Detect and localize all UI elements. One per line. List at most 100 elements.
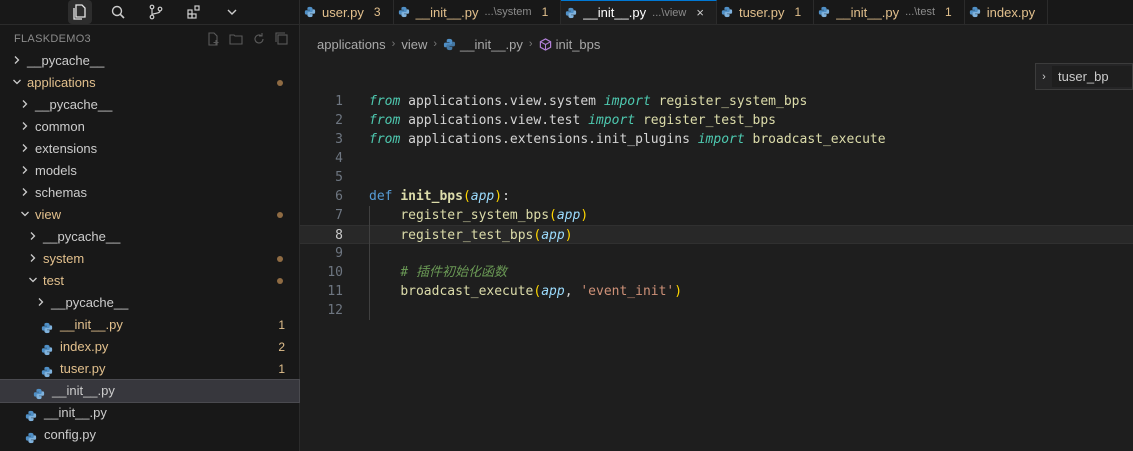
code-token: register_test_bps: [400, 228, 534, 243]
code-line[interactable]: 12: [300, 301, 1133, 320]
editor-tab[interactable]: __init__.py ...\system 1: [394, 0, 562, 24]
code-line[interactable]: 7 register_system_bps(app): [300, 206, 1133, 225]
tree-file[interactable]: __init__.py 1: [0, 314, 299, 336]
tree-file[interactable]: config.py: [0, 424, 299, 446]
code-line[interactable]: 5: [300, 168, 1133, 187]
code-text: def init_bps(app):: [369, 187, 510, 206]
tree-folder[interactable]: common: [0, 116, 299, 138]
breadcrumb-item-symbol[interactable]: init_bps: [539, 37, 600, 52]
tree-folder[interactable]: view: [0, 204, 299, 226]
chevron-right-icon[interactable]: [28, 249, 38, 271]
chevron-right-icon[interactable]: ›: [1036, 71, 1052, 83]
code-token: import: [588, 113, 636, 128]
tree-file[interactable]: index.py 2: [0, 336, 299, 358]
breadcrumb: applications › view › __init__.py › init…: [300, 33, 1133, 55]
code-line[interactable]: 3 from applications.extensions.init_plugi…: [300, 130, 1133, 149]
editor-tab[interactable]: __init__.py ...\test 1: [814, 0, 965, 24]
tree-file[interactable]: __init__.py: [0, 402, 299, 424]
close-icon[interactable]: ×: [696, 5, 704, 20]
breadcrumb-item-view[interactable]: view: [401, 37, 427, 52]
tree-folder[interactable]: test: [0, 270, 299, 292]
sticky-scroll-widget[interactable]: › tuser_bp: [1035, 63, 1133, 90]
chevron-right-icon[interactable]: [36, 293, 46, 315]
source-control-icon[interactable]: [144, 0, 168, 24]
code-token: applications.view.test: [400, 113, 589, 128]
problem-count-badge: 1: [278, 362, 285, 376]
breadcrumb-item-applications[interactable]: applications: [317, 37, 386, 52]
python-file-icon: [969, 6, 981, 18]
editor-tab[interactable]: user.py 3: [300, 0, 394, 24]
python-file-icon: [565, 7, 577, 19]
code-editor[interactable]: 1 from applications.view.system import re…: [300, 88, 1133, 451]
code-line[interactable]: 6 def init_bps(app):: [300, 187, 1133, 206]
sticky-scroll-label: tuser_bp: [1052, 66, 1132, 87]
tree-folder[interactable]: schemas: [0, 182, 299, 204]
code-token: from: [369, 132, 401, 147]
tab-description: ...\test: [905, 6, 936, 18]
tree-item-label: __pycache__: [51, 295, 129, 310]
editor-tab[interactable]: __init__.py ...\view ×: [561, 0, 717, 24]
tree-folder[interactable]: __pycache__: [0, 226, 299, 248]
extensions-icon[interactable]: [182, 0, 206, 24]
editor-tabs: user.py 3 __init__.py ...\system 1 __init__.p…: [300, 0, 1133, 25]
tree-item-label: extensions: [35, 141, 98, 156]
tree-file[interactable]: __init__.py: [0, 379, 300, 403]
tree-folder[interactable]: __pycache__: [0, 50, 299, 72]
code-token: def: [369, 189, 393, 204]
tree-folder[interactable]: __pycache__: [0, 94, 299, 116]
breadcrumb-item-file[interactable]: __init__.py: [443, 37, 523, 52]
chevron-right-icon[interactable]: [20, 117, 30, 139]
chevron-down-icon[interactable]: [12, 73, 22, 95]
search-icon[interactable]: [106, 0, 130, 24]
tree-item-label: schemas: [35, 185, 88, 200]
chevron-right-icon[interactable]: [20, 183, 30, 205]
code-line[interactable]: 10 # 插件初始化函数: [300, 263, 1133, 282]
editor-tab[interactable]: tuser.py 1: [717, 0, 815, 24]
tree-item-label: __init__.py: [60, 317, 123, 332]
code-line[interactable]: 4: [300, 149, 1133, 168]
line-number: 5: [335, 170, 343, 185]
tree-folder[interactable]: __pycache__: [0, 292, 299, 314]
tab-label: __init__.py: [836, 4, 900, 20]
workspace-title[interactable]: FLASKDEMO3: [14, 33, 91, 45]
tab-problem-count: 1: [541, 5, 549, 19]
editor-tab[interactable]: index.py: [965, 0, 1049, 24]
code-line[interactable]: 9: [300, 244, 1133, 263]
chevron-down-icon[interactable]: [28, 271, 38, 293]
tree-file[interactable]: tuser.py 1: [0, 358, 299, 380]
explorer-icon[interactable]: [68, 0, 92, 24]
chevron-right-icon[interactable]: [12, 51, 22, 73]
chevron-down-icon[interactable]: [220, 0, 244, 24]
refresh-icon[interactable]: [252, 32, 266, 49]
line-number: 8: [335, 228, 343, 243]
modified-dot-icon: [277, 278, 283, 284]
tab-label: __init__.py: [415, 4, 479, 20]
collapse-all-icon[interactable]: [275, 32, 289, 49]
tab-label: index.py: [986, 4, 1036, 20]
tree-folder[interactable]: models: [0, 160, 299, 182]
tree-folder[interactable]: system: [0, 248, 299, 270]
code-line[interactable]: 11 broadcast_execute(app, 'event_init'): [300, 282, 1133, 301]
tree-folder[interactable]: extensions: [0, 138, 299, 160]
chevron-right-icon[interactable]: [20, 161, 30, 183]
code-line[interactable]: 2 from applications.view.test import regi…: [300, 111, 1133, 130]
chevron-right-icon[interactable]: [28, 227, 38, 249]
code-token: ,: [564, 284, 581, 299]
python-file-icon: [721, 6, 733, 18]
tree-folder[interactable]: applications: [0, 72, 299, 94]
code-text: broadcast_execute(app, 'event_init'): [369, 282, 682, 301]
file-tree: __pycache__ applications __pycache__ common…: [0, 50, 300, 446]
new-file-icon[interactable]: [206, 32, 220, 49]
tree-item-label: __init__.py: [52, 383, 115, 398]
modified-dot-icon: [277, 212, 283, 218]
new-folder-icon[interactable]: [229, 32, 243, 49]
code-line[interactable]: 8 register_test_bps(app): [300, 225, 1133, 244]
code-token: ): [580, 208, 589, 223]
code-line[interactable]: 1 from applications.view.system import re…: [300, 92, 1133, 111]
breadcrumb-separator-icon: ›: [433, 38, 438, 50]
chevron-right-icon[interactable]: [20, 95, 30, 117]
chevron-right-icon[interactable]: [20, 139, 30, 161]
chevron-down-icon[interactable]: [20, 205, 30, 227]
python-file-icon: [818, 6, 830, 18]
